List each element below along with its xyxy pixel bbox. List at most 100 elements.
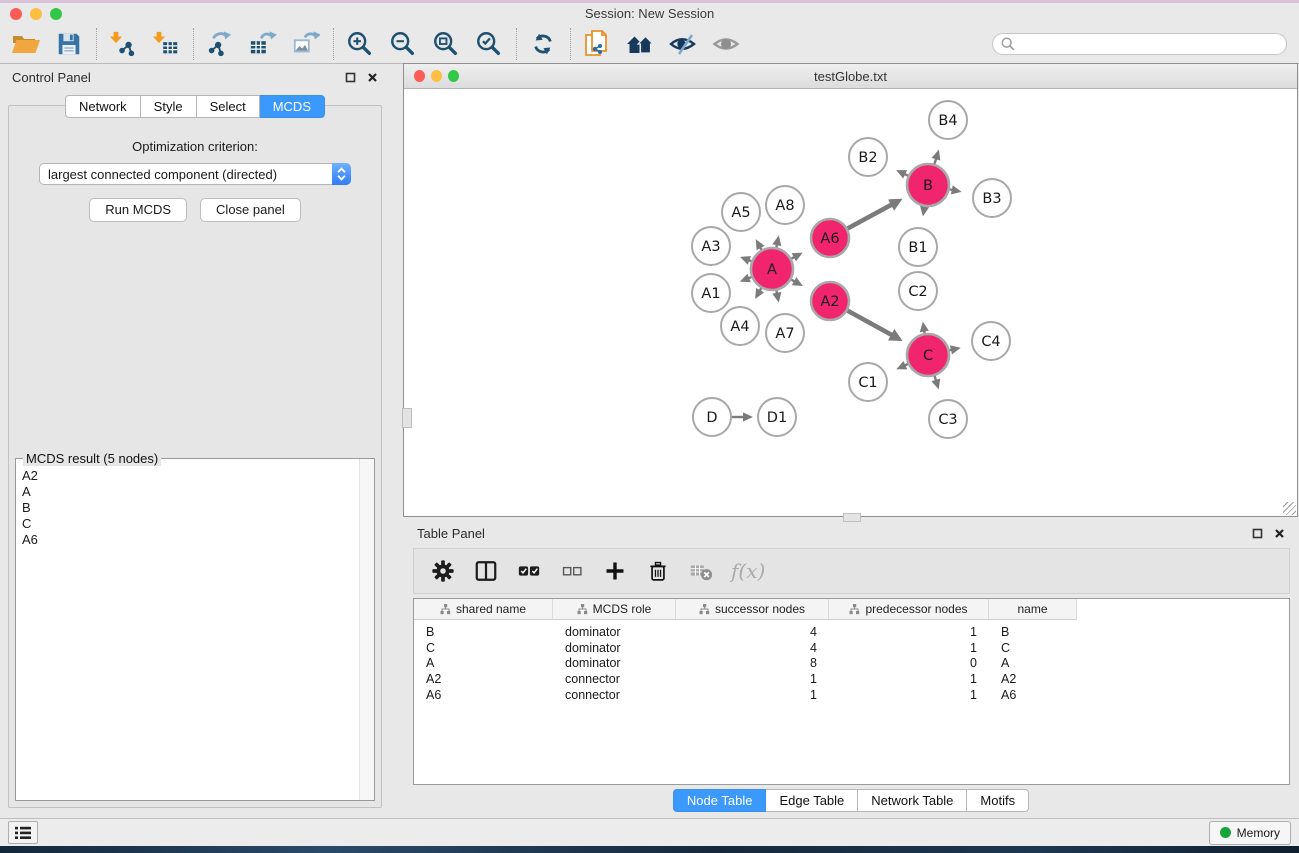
table-cell: 8 (676, 656, 829, 670)
graph-node-label: B3 (982, 191, 1001, 207)
open-session-file-button[interactable] (579, 26, 615, 62)
network-window-title: testGlobe.txt (814, 69, 887, 84)
network-graph: B4B2BB3A8A5A6A3B1AC2A1A2A4A7C4CC1DC3D1 (404, 89, 1297, 517)
zoom-selected-icon (475, 30, 503, 58)
table-cell: 1 (829, 625, 989, 639)
mcds-panel: Optimization criterion: largest connecte… (8, 105, 382, 808)
criterion-dropdown[interactable]: largest connected component (directed) (39, 163, 351, 185)
table-tab-node-table[interactable]: Node Table (673, 789, 767, 812)
column-header-predecessor-nodes[interactable]: predecessor nodes (829, 599, 989, 620)
close-panel-icon[interactable] (1274, 528, 1285, 539)
control-tab-mcds[interactable]: MCDS (260, 95, 325, 118)
criterion-value: largest connected component (directed) (48, 167, 277, 182)
table-row[interactable]: A6connector11A6 (414, 687, 1289, 703)
show-columns-button[interactable] (473, 558, 499, 584)
close-panel-button[interactable]: Close panel (200, 198, 301, 222)
control-tab-select[interactable]: Select (197, 95, 260, 118)
deselect-all-button[interactable] (559, 558, 585, 584)
table-settings-button[interactable] (430, 558, 456, 584)
splitter-handle-left[interactable] (402, 408, 412, 428)
open-session-button[interactable] (8, 26, 44, 62)
column-header-mcds-role[interactable]: MCDS role (553, 599, 676, 620)
task-history-button[interactable] (8, 821, 38, 844)
graph-node-label: D1 (767, 410, 787, 426)
table-row[interactable]: Cdominator41C (414, 640, 1289, 656)
float-panel-icon[interactable] (345, 72, 356, 83)
open-folder-icon (11, 29, 41, 59)
export-image-icon (292, 30, 320, 58)
graph-edge-A6-B[interactable] (848, 203, 896, 229)
arrowhead-icon (743, 412, 753, 421)
result-item[interactable]: C (16, 516, 360, 532)
result-item[interactable]: B (16, 500, 360, 516)
arrowhead-icon (931, 378, 940, 389)
zoom-fit-button[interactable] (428, 26, 464, 62)
run-mcds-button[interactable]: Run MCDS (89, 198, 187, 222)
arrowhead-icon (740, 256, 751, 265)
close-panel-icon[interactable] (367, 72, 378, 83)
column-header-name[interactable]: name (989, 599, 1077, 620)
graph-node-label: B1 (908, 240, 927, 256)
graph-node-label: A1 (701, 286, 720, 302)
network-close-button[interactable] (414, 70, 425, 82)
memory-button[interactable]: Memory (1209, 821, 1291, 845)
arrowhead-icon (920, 206, 929, 217)
graph-node-label: C2 (908, 284, 927, 300)
add-column-button[interactable] (602, 558, 628, 584)
hide-selected-button[interactable] (665, 26, 701, 62)
column-header-shared-name[interactable]: shared name (414, 599, 553, 620)
table-cell: A2 (989, 672, 1077, 686)
table-row[interactable]: Bdominator41B (414, 624, 1289, 640)
control-tab-network[interactable]: Network (65, 95, 141, 118)
search-input[interactable] (992, 33, 1287, 55)
zoom-out-button[interactable] (385, 26, 421, 62)
function-builder-button[interactable]: f(x) (731, 558, 765, 584)
result-item[interactable]: A (16, 484, 360, 500)
trash-icon (647, 560, 669, 582)
table-cell: 1 (676, 688, 829, 702)
refresh-icon (530, 31, 556, 57)
zoom-selected-button[interactable] (471, 26, 507, 62)
list-icon (15, 826, 31, 840)
tree-column-icon (849, 604, 860, 615)
table-toolbar: f(x) (413, 548, 1290, 594)
zoom-in-button[interactable] (342, 26, 378, 62)
network-minimize-button[interactable] (431, 70, 442, 82)
export-table-button[interactable] (245, 26, 281, 62)
resize-grip-icon[interactable] (1283, 502, 1296, 515)
table-tab-motifs[interactable]: Motifs (967, 789, 1029, 812)
export-table-icon (249, 30, 277, 58)
table-tab-edge-table[interactable]: Edge Table (766, 789, 858, 812)
save-session-button[interactable] (51, 26, 87, 62)
show-all-button[interactable] (708, 26, 744, 62)
table-row[interactable]: A2connector11A2 (414, 671, 1289, 687)
table-tab-network-table[interactable]: Network Table (858, 789, 967, 812)
select-all-button[interactable] (516, 558, 542, 584)
result-scrollbar[interactable] (359, 459, 374, 800)
refresh-button[interactable] (525, 26, 561, 62)
float-panel-icon[interactable] (1252, 528, 1263, 539)
table-cell: 4 (676, 625, 829, 639)
network-zoom-button[interactable] (448, 70, 459, 82)
table-panel-title: Table Panel (417, 526, 485, 541)
result-item[interactable]: A6 (16, 532, 360, 548)
control-tab-style[interactable]: Style (141, 95, 197, 118)
network-canvas[interactable]: B4B2BB3A8A5A6A3B1AC2A1A2A4A7C4CC1DC3D1 (404, 89, 1297, 516)
zoom-in-icon (346, 30, 374, 58)
table-panel: Table Panel f(x) shared nameMCDS rolesuc… (403, 520, 1299, 818)
delete-table-button[interactable] (688, 558, 714, 584)
delete-column-button[interactable] (645, 558, 671, 584)
import-network-button[interactable] (105, 26, 141, 62)
main-toolbar (0, 24, 1299, 64)
export-image-button[interactable] (288, 26, 324, 62)
graph-edge-A2-C[interactable] (848, 311, 896, 338)
import-table-button[interactable] (148, 26, 184, 62)
export-network-button[interactable] (202, 26, 238, 62)
home-layout-button[interactable] (622, 26, 658, 62)
table-row[interactable]: Adominator80A (414, 655, 1289, 671)
desktop-background-strip (0, 846, 1299, 853)
table-header-row: shared nameMCDS rolesuccessor nodesprede… (414, 599, 1289, 620)
column-header-successor-nodes[interactable]: successor nodes (676, 599, 829, 620)
result-item[interactable]: A2 (16, 468, 360, 484)
table-panel-tabs: Node TableEdge TableNetwork TableMotifs (403, 789, 1299, 812)
